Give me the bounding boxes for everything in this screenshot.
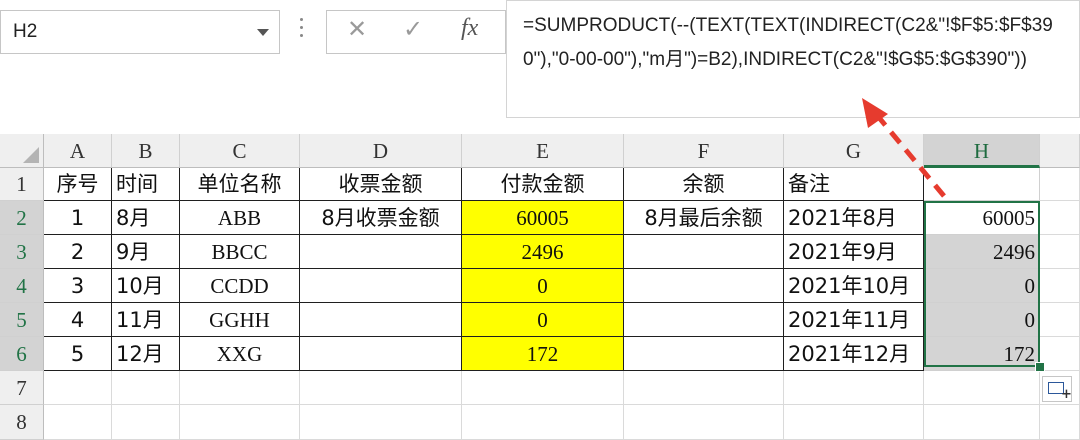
red-dashed-arrow <box>862 98 946 198</box>
